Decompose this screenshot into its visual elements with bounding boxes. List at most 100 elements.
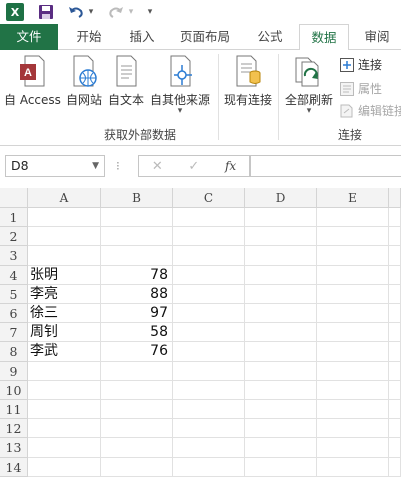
cell[interactable] [317,265,389,285]
cell[interactable] [317,246,389,266]
cell[interactable] [317,380,389,400]
cell[interactable] [28,380,101,400]
row-header[interactable]: 8 [0,342,28,362]
cell[interactable] [173,246,245,266]
cell[interactable] [317,304,389,324]
cell[interactable] [101,457,173,477]
cell-name[interactable]: 徐三 [28,304,101,324]
cell-name[interactable]: 李亮 [28,284,101,304]
cell[interactable] [245,227,317,247]
cell[interactable] [245,246,317,266]
tab-file[interactable]: 文件 [0,24,58,50]
formula-input[interactable] [250,155,401,177]
cell-score[interactable]: 88 [101,284,173,304]
connections-button[interactable]: 连接 [340,56,382,73]
row-header[interactable]: 1 [0,208,28,228]
cell-score[interactable]: 78 [101,265,173,285]
cell[interactable] [317,400,389,420]
from-text-button[interactable]: 自文本 [108,54,144,108]
cell[interactable] [173,284,245,304]
cell[interactable] [173,304,245,324]
cell[interactable] [317,361,389,381]
cell-score[interactable]: 58 [101,323,173,343]
cell[interactable] [245,438,317,458]
cell[interactable] [389,361,401,381]
existing-connections-button[interactable]: 现有连接 [224,54,272,108]
cell[interactable] [28,227,101,247]
column-header-f[interactable] [389,188,401,208]
cell[interactable] [317,227,389,247]
cell[interactable] [389,342,401,362]
cell[interactable] [173,457,245,477]
cell[interactable] [101,419,173,439]
cell[interactable] [173,342,245,362]
customize-toolbar-icon[interactable]: ▾ [144,2,156,22]
cell[interactable] [101,438,173,458]
tab-page-layout[interactable]: 页面布局 [172,24,238,50]
save-icon[interactable] [36,2,56,22]
from-web-button[interactable]: 自网站 [66,54,102,108]
cell[interactable] [28,361,101,381]
refresh-all-button[interactable]: 全部刷新 ▾ [285,54,333,116]
tab-formulas[interactable]: 公式 [246,24,294,50]
row-header[interactable]: 14 [0,457,28,477]
cell[interactable] [173,323,245,343]
cell[interactable] [173,400,245,420]
cell[interactable] [317,457,389,477]
cell[interactable] [173,227,245,247]
row-header[interactable]: 13 [0,438,28,458]
cell[interactable] [317,208,389,228]
cell[interactable] [173,361,245,381]
cell[interactable] [101,208,173,228]
cell[interactable] [245,304,317,324]
cell[interactable] [173,419,245,439]
cell-name[interactable]: 张明 [28,265,101,285]
cell[interactable] [245,208,317,228]
select-all-button[interactable] [0,188,28,208]
cell[interactable] [389,323,401,343]
row-header[interactable]: 12 [0,419,28,439]
row-header[interactable]: 7 [0,323,28,343]
cell[interactable] [28,419,101,439]
row-header[interactable]: 4 [0,265,28,285]
from-other-sources-button[interactable]: 自其他来源 ▾ [150,54,210,116]
cell[interactable] [245,380,317,400]
cell[interactable] [317,284,389,304]
cell[interactable] [389,380,401,400]
cell[interactable] [101,400,173,420]
column-header-e[interactable]: E [317,188,389,208]
row-header[interactable]: 11 [0,400,28,420]
cell[interactable] [245,342,317,362]
cell[interactable] [389,284,401,304]
cell[interactable] [389,438,401,458]
row-header[interactable]: 2 [0,227,28,247]
cell[interactable] [389,419,401,439]
cell[interactable] [28,400,101,420]
cell[interactable] [173,208,245,228]
cell[interactable] [28,208,101,228]
cell[interactable] [101,380,173,400]
cell[interactable] [245,284,317,304]
cell-name[interactable]: 周钊 [28,323,101,343]
column-header-b[interactable]: B [101,188,173,208]
cell[interactable] [245,265,317,285]
cell[interactable] [389,227,401,247]
name-box-dropdown-icon[interactable]: ▼ [92,156,99,176]
cell-name[interactable]: 李武 [28,342,101,362]
row-header[interactable]: 9 [0,361,28,381]
cell[interactable] [101,227,173,247]
cell[interactable] [389,457,401,477]
cell[interactable] [173,438,245,458]
cell[interactable] [173,265,245,285]
cell[interactable] [28,246,101,266]
cell[interactable] [389,400,401,420]
cell-score[interactable]: 76 [101,342,173,362]
cell[interactable] [245,400,317,420]
row-header[interactable]: 3 [0,246,28,266]
column-header-a[interactable]: A [28,188,101,208]
cell[interactable] [317,438,389,458]
undo-icon[interactable] [66,2,86,22]
cell[interactable] [389,208,401,228]
cell[interactable] [245,457,317,477]
tab-insert[interactable]: 插入 [118,24,166,50]
